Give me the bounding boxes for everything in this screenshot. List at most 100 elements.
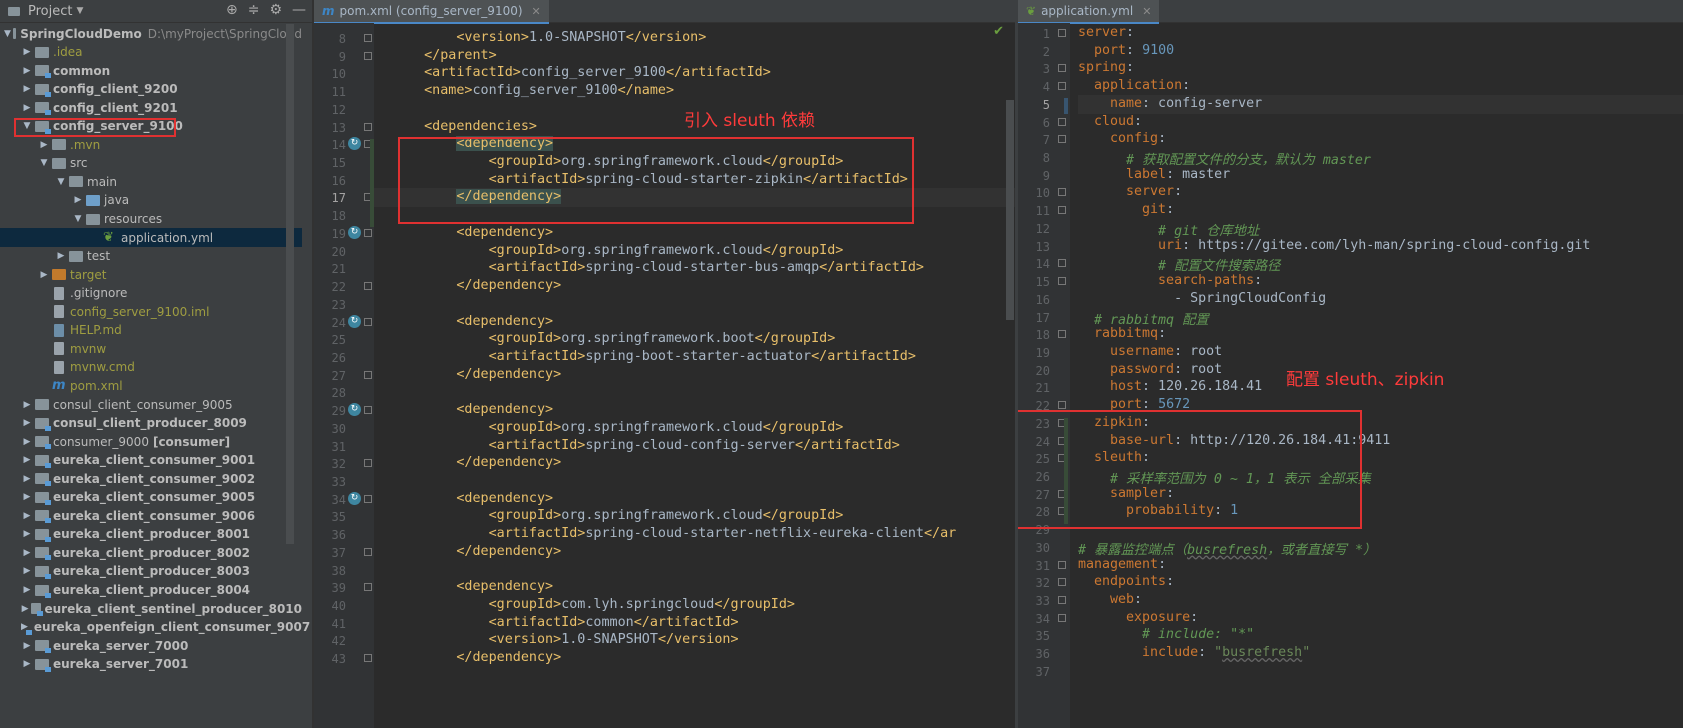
code-line[interactable]: exposure:	[1078, 610, 1198, 625]
close-icon[interactable]: ✕	[1142, 5, 1151, 18]
fold-icon[interactable]	[364, 122, 372, 131]
fold-icon[interactable]	[364, 51, 372, 60]
code-line[interactable]: spring:	[1078, 60, 1134, 75]
tree-item[interactable]: ▶ .mvn	[0, 135, 302, 154]
tree-item[interactable]: ▶ config_client_9200	[0, 80, 302, 99]
code-line[interactable]: search-paths:	[1078, 273, 1262, 288]
expand-arrow-icon[interactable]: ▼	[72, 214, 84, 224]
tree-item[interactable]: ▶ eureka_client_consumer_9001	[0, 451, 302, 470]
fold-icon[interactable]	[364, 370, 372, 379]
fold-icon[interactable]	[364, 228, 372, 237]
collapse-arrow-icon[interactable]: ▶	[38, 140, 50, 150]
fold-icon[interactable]	[364, 282, 372, 291]
code-line[interactable]: </dependency>	[408, 455, 561, 470]
tree-item[interactable]: mvnw	[0, 339, 302, 358]
fold-icon[interactable]	[1058, 188, 1066, 197]
code-line[interactable]: endpoints:	[1078, 574, 1174, 589]
tree-item[interactable]: ▶ eureka_server_7000	[0, 636, 302, 655]
code-line[interactable]: </parent>	[408, 48, 497, 63]
collapse-arrow-icon[interactable]: ▶	[21, 103, 33, 113]
fold-icon[interactable]	[1058, 560, 1066, 569]
code-line[interactable]: # rabbitmq 配置	[1078, 309, 1209, 328]
collapse-arrow-icon[interactable]: ▶	[55, 251, 67, 261]
fold-icon[interactable]	[364, 547, 372, 556]
code-line[interactable]: name: config-server	[1078, 96, 1262, 111]
fold-icon[interactable]	[364, 34, 372, 42]
collapse-arrow-icon[interactable]: ▶	[21, 66, 33, 76]
fold-icon[interactable]	[1058, 64, 1066, 73]
code-line[interactable]: <artifactId>spring-cloud-starter-bus-amq…	[408, 260, 924, 275]
code-line[interactable]: git:	[1078, 202, 1174, 217]
fold-icon[interactable]	[1058, 578, 1066, 587]
tree-item[interactable]: ▶ eureka_openfeign_client_consumer_9007	[0, 618, 310, 637]
code-line[interactable]: server:	[1078, 25, 1134, 40]
tree-item[interactable]: ▶ eureka_client_producer_8001	[0, 525, 302, 544]
fold-icon[interactable]	[364, 459, 372, 468]
collapse-arrow-icon[interactable]: ▶	[21, 84, 33, 94]
code-line[interactable]: port: 9100	[1078, 43, 1174, 58]
code-line[interactable]: <groupId>org.springframework.cloud</grou…	[408, 420, 844, 435]
code-line[interactable]: <dependency>	[408, 314, 553, 329]
tree-item[interactable]: ▶ eureka_client_consumer_9002	[0, 469, 302, 488]
code-line[interactable]: <artifactId>spring-cloud-config-server</…	[408, 438, 900, 453]
tree-item[interactable]: ▼ main	[0, 172, 302, 191]
collapse-arrow-icon[interactable]: ▶	[21, 604, 29, 614]
code-line[interactable]: password: root	[1078, 362, 1222, 377]
code-line[interactable]: # 配置文件搜索路径	[1078, 255, 1280, 274]
code-line[interactable]: <artifactId>config_server_9100</artifact…	[408, 65, 771, 80]
tree-item[interactable]: ❦ application.yml	[0, 228, 302, 248]
tree-item[interactable]: HELP.md	[0, 321, 302, 340]
expand-arrow-icon[interactable]: ▼	[38, 158, 50, 168]
collapse-arrow-icon[interactable]: ▶	[38, 270, 50, 280]
fold-icon[interactable]	[1058, 277, 1066, 286]
tree-item[interactable]: ▶ consumer_9000 [consumer]	[0, 432, 302, 451]
tree-item[interactable]: ▶ target	[0, 265, 302, 284]
locate-icon[interactable]: ⊕	[226, 2, 238, 18]
tree-item[interactable]: ▶ consul_client_producer_8009	[0, 414, 302, 433]
code-line[interactable]: uri: https://gitee.com/lyh-man/spring-cl…	[1078, 238, 1590, 253]
code-line[interactable]: # 暴露监控端点（busrefresh，或者直接写 *）	[1078, 539, 1376, 558]
code-line[interactable]: label: master	[1078, 167, 1230, 182]
vcs-change-marker[interactable]	[1064, 98, 1068, 114]
fold-icon[interactable]	[1058, 613, 1066, 622]
tab-application-yml[interactable]: ❦ application.yml ✕	[1018, 0, 1160, 24]
tree-item[interactable]: ▼ src	[0, 154, 302, 173]
code-line[interactable]: application:	[1078, 78, 1190, 93]
tab-pom-xml[interactable]: m pom.xml (config_server_9100) ✕	[314, 0, 549, 24]
code-line[interactable]: rabbitmq:	[1078, 326, 1166, 341]
collapse-arrow-icon[interactable]: ▶	[21, 659, 33, 669]
fold-icon[interactable]	[1058, 135, 1066, 144]
tree-item[interactable]: ▼ resources	[0, 210, 302, 229]
code-line[interactable]: </dependency>	[408, 367, 561, 382]
code-line[interactable]: cloud:	[1078, 114, 1142, 129]
fold-icon[interactable]	[1058, 206, 1066, 215]
code-line[interactable]: # git 仓库地址	[1078, 220, 1259, 239]
code-line[interactable]: # include: "*"	[1078, 627, 1254, 642]
collapse-all-icon[interactable]: ≑	[248, 2, 260, 18]
gear-icon[interactable]: ⚙	[269, 2, 282, 18]
tree-item[interactable]: ▼ SpringCloudDemo D:\myProject\SpringCloud	[0, 24, 302, 43]
code-line[interactable]: <version>1.0-SNAPSHOT</version>	[408, 632, 739, 647]
code-line[interactable]: <artifactId>spring-cloud-starter-netflix…	[408, 526, 957, 541]
tree-item[interactable]: ▶ java	[0, 191, 302, 210]
code-line[interactable]: <artifactId>spring-boot-starter-actuator…	[408, 349, 916, 364]
fold-icon[interactable]	[1058, 29, 1066, 37]
code-line[interactable]: <dependency>	[408, 579, 553, 594]
collapse-arrow-icon[interactable]: ▶	[21, 511, 33, 521]
fold-icon[interactable]	[1058, 330, 1066, 339]
fold-icon[interactable]	[1058, 82, 1066, 91]
tree-item[interactable]: ▶ eureka_client_producer_8002	[0, 543, 302, 562]
code-line[interactable]: <groupId>org.springframework.boot</group…	[408, 331, 836, 346]
implementation-marker-icon[interactable]: ↻	[348, 491, 361, 505]
tree-item[interactable]: mvnw.cmd	[0, 358, 302, 377]
code-line[interactable]: </dependency>	[408, 544, 561, 559]
collapse-arrow-icon[interactable]: ▶	[21, 418, 33, 428]
vcs-change-marker[interactable]	[370, 139, 374, 227]
fold-icon[interactable]	[1058, 117, 1066, 126]
fold-icon[interactable]	[1058, 259, 1066, 268]
fold-icon[interactable]	[364, 494, 372, 503]
code-line[interactable]: <version>1.0-SNAPSHOT</version>	[408, 30, 706, 45]
collapse-arrow-icon[interactable]: ▶	[72, 195, 84, 205]
code-line[interactable]: web:	[1078, 592, 1142, 607]
implementation-marker-icon[interactable]: ↻	[348, 314, 361, 328]
